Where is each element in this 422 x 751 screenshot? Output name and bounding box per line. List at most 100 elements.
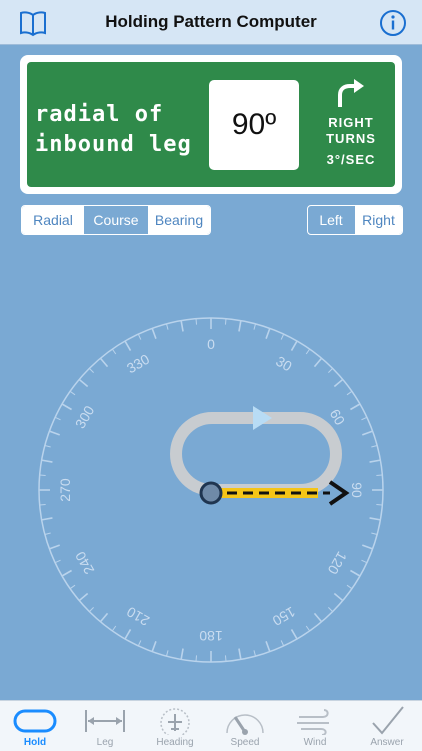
compass-tick: [69, 390, 76, 396]
compass-tick: [111, 625, 117, 632]
compass-tick: [124, 629, 132, 640]
compass-tick: [238, 648, 242, 660]
hold-icon: [13, 709, 57, 733]
compass-tick: [361, 416, 368, 421]
compass-tick: [124, 340, 132, 351]
sign-line-2: inbound leg: [35, 132, 192, 157]
compass-tick: [49, 544, 60, 550]
turn-line-2: TURNS: [326, 131, 376, 146]
segment-course[interactable]: Course: [85, 206, 148, 234]
compass-tick: [151, 641, 157, 652]
compass-tick: [61, 569, 72, 577]
speed-icon: [226, 714, 264, 735]
compass-tick: [111, 348, 117, 355]
compass-tick: [69, 584, 76, 590]
compass-tick: [253, 650, 256, 657]
tab-label-answer: Answer: [370, 737, 404, 748]
compass-tick: [78, 592, 89, 602]
compass-tick: [328, 368, 333, 373]
segment-left[interactable]: Left: [308, 206, 355, 234]
compass-tick: [89, 368, 94, 373]
compass-tick: [41, 517, 53, 521]
compass-tick: [333, 378, 344, 388]
compass-tick: [333, 592, 344, 602]
compass-tick: [361, 559, 368, 564]
compass-label-210: 210: [124, 604, 152, 630]
compass-tick: [195, 655, 198, 662]
compass-tick: [54, 416, 61, 421]
compass-tick: [44, 532, 51, 535]
tab-label-hold: Hold: [23, 737, 47, 748]
turn-rate-label: 3°/SEC: [326, 152, 376, 167]
compass-tick: [350, 569, 361, 577]
compass-tick: [371, 532, 378, 535]
compass-tick: [305, 348, 311, 355]
compass-tick: [362, 544, 373, 550]
compass-tick: [166, 650, 169, 657]
compass-tick: [328, 607, 333, 612]
leg-icon: [85, 710, 125, 732]
compass-label-30: 30: [273, 353, 295, 375]
wind-icon: [297, 709, 329, 735]
sign-panel: radial of inbound leg 90º RIGHT TURNS 3°…: [27, 62, 395, 187]
navigation-bar: Holding Pattern Computer: [0, 0, 422, 45]
compass-tick: [61, 403, 72, 411]
turn-line-1: RIGHT: [328, 115, 374, 130]
compass-tick: [49, 430, 60, 436]
turn-direction-selector[interactable]: Left Right: [307, 205, 403, 235]
holding-racetrack: [170, 412, 342, 496]
compass-tick: [54, 559, 61, 564]
tab-leg[interactable]: Leg: [70, 701, 140, 751]
compass-tick: [362, 430, 373, 436]
segment-right[interactable]: Right: [355, 206, 402, 234]
compass-label-270: 270: [57, 478, 73, 502]
checkmark-icon: [372, 706, 404, 735]
compass-label-180: 180: [199, 628, 223, 644]
compass-tick: [369, 517, 381, 521]
right-turn-arrow-icon: [332, 77, 366, 116]
tab-heading[interactable]: Heading: [140, 701, 210, 751]
compass-tick: [253, 323, 256, 330]
compass-tick: [369, 459, 381, 463]
compass-tick: [376, 474, 383, 477]
compass-tick: [137, 640, 142, 647]
compass-tick: [224, 655, 227, 662]
compass-label-120: 120: [325, 549, 351, 577]
tab-hold[interactable]: Hold: [0, 701, 70, 751]
inbound-arrowhead-icon: [328, 480, 350, 506]
compass-tick: [313, 612, 323, 623]
compass-tick: [265, 641, 271, 652]
compass-tick: [238, 320, 242, 332]
compass-tick: [99, 612, 109, 623]
compass-label-150: 150: [270, 604, 298, 630]
tab-answer[interactable]: Answer: [352, 701, 422, 751]
compass-tick: [313, 357, 323, 368]
compass-tick: [371, 445, 378, 448]
compass-dial[interactable]: 0 30 60 90 120 150 180 210 240 270 300 3…: [0, 300, 422, 690]
tab-speed[interactable]: Speed: [210, 701, 280, 751]
compass-tick: [180, 320, 184, 332]
compass-label-90: 90: [349, 482, 365, 498]
compass-tick: [41, 459, 53, 463]
compass-tick: [78, 378, 89, 388]
segment-radial[interactable]: Radial: [22, 206, 85, 234]
segment-bearing[interactable]: Bearing: [148, 206, 210, 234]
compass-tick: [89, 607, 94, 612]
reference-type-selector[interactable]: Radial Course Bearing: [21, 205, 211, 235]
compass-tick: [346, 584, 353, 590]
tab-bar: Hold Leg Heading Speed Wind Answer: [0, 700, 422, 751]
holding-instruction-sign: radial of inbound leg 90º RIGHT TURNS 3°…: [20, 55, 402, 194]
tab-label-wind: Wind: [303, 737, 327, 748]
compass-tick: [166, 323, 169, 330]
course-value-box: 90º: [209, 80, 299, 170]
compass-label-0: 0: [207, 336, 215, 352]
page-title: Holding Pattern Computer: [105, 12, 317, 31]
tab-wind[interactable]: Wind: [280, 701, 350, 751]
info-icon[interactable]: [378, 8, 408, 38]
compass-label-330: 330: [124, 351, 152, 377]
holding-fix[interactable]: [199, 481, 223, 505]
tab-label-heading: Heading: [156, 737, 194, 748]
turn-direction-label: RIGHT TURNS: [312, 115, 390, 147]
sign-description: radial of inbound leg: [35, 100, 192, 160]
compass-tick: [39, 503, 46, 506]
